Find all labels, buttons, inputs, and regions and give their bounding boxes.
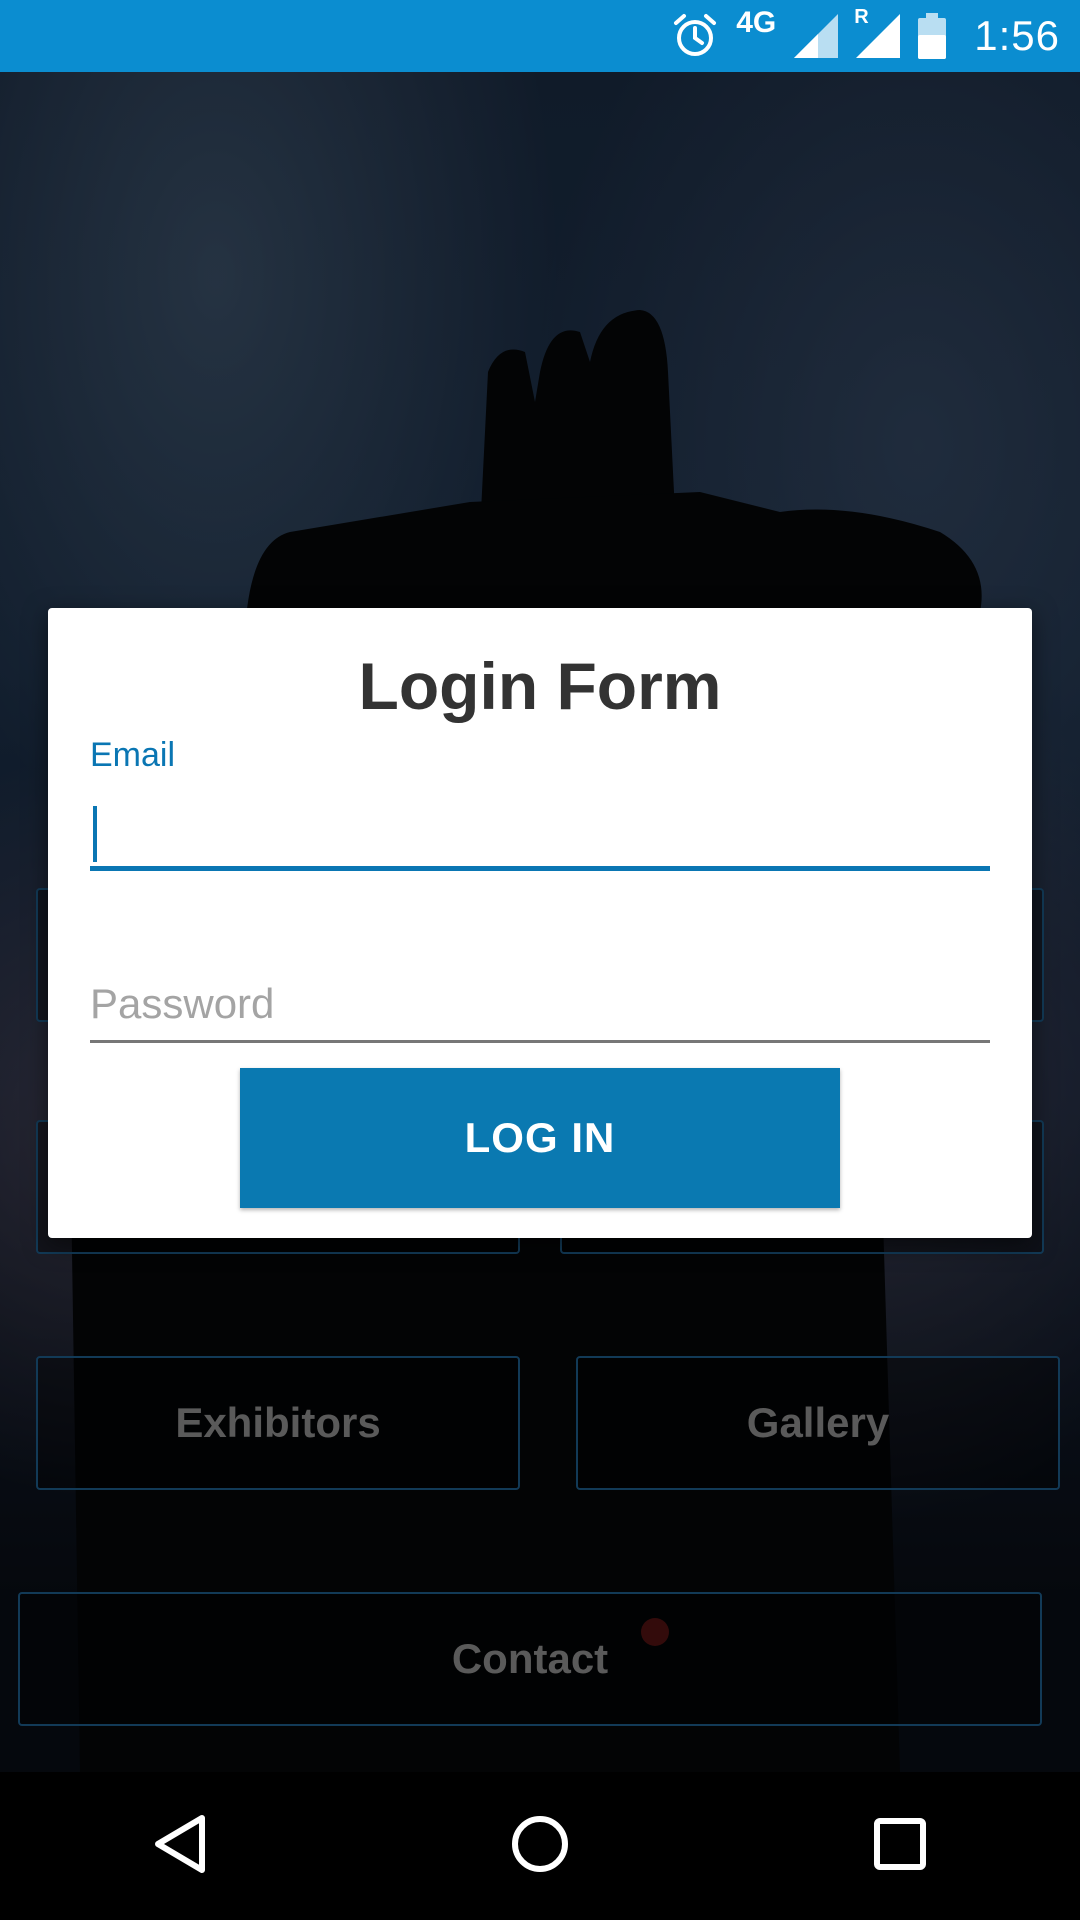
alarm-icon bbox=[672, 13, 718, 59]
contact-button[interactable]: Contact bbox=[18, 1592, 1042, 1726]
roaming-indicator: R bbox=[854, 6, 869, 28]
exhibitors-button[interactable]: Exhibitors bbox=[36, 1356, 520, 1490]
recents-button[interactable] bbox=[840, 1786, 960, 1906]
gallery-button[interactable]: Gallery bbox=[576, 1356, 1060, 1490]
signal-icon bbox=[794, 14, 839, 58]
roaming-signal-icon: R bbox=[854, 6, 901, 58]
exhibitors-label: Exhibitors bbox=[175, 1399, 381, 1446]
text-cursor bbox=[93, 806, 97, 862]
recents-icon bbox=[872, 1816, 928, 1877]
login-button[interactable]: LOG IN bbox=[240, 1068, 840, 1208]
email-label: Email bbox=[90, 736, 176, 774]
contact-label: Contact bbox=[451, 1635, 609, 1682]
login-dialog: Login Form Email LOG IN bbox=[48, 608, 1032, 1238]
gallery-label: Gallery bbox=[746, 1399, 890, 1446]
back-icon bbox=[150, 1812, 210, 1881]
status-icons: 4G R 1:56 bbox=[672, 0, 1060, 72]
email-field[interactable] bbox=[90, 798, 990, 871]
clock: 1:56 bbox=[974, 12, 1060, 59]
status-bar: 4G R 1:56 bbox=[0, 0, 1080, 72]
dialog-title: Login Form bbox=[358, 649, 722, 723]
network-type: 4G bbox=[736, 6, 777, 39]
home-icon bbox=[508, 1812, 572, 1881]
home-button[interactable] bbox=[480, 1786, 600, 1906]
battery-icon bbox=[918, 13, 947, 59]
password-field[interactable] bbox=[90, 968, 990, 1043]
back-button[interactable] bbox=[120, 1786, 240, 1906]
navigation-bar bbox=[0, 1772, 1080, 1920]
